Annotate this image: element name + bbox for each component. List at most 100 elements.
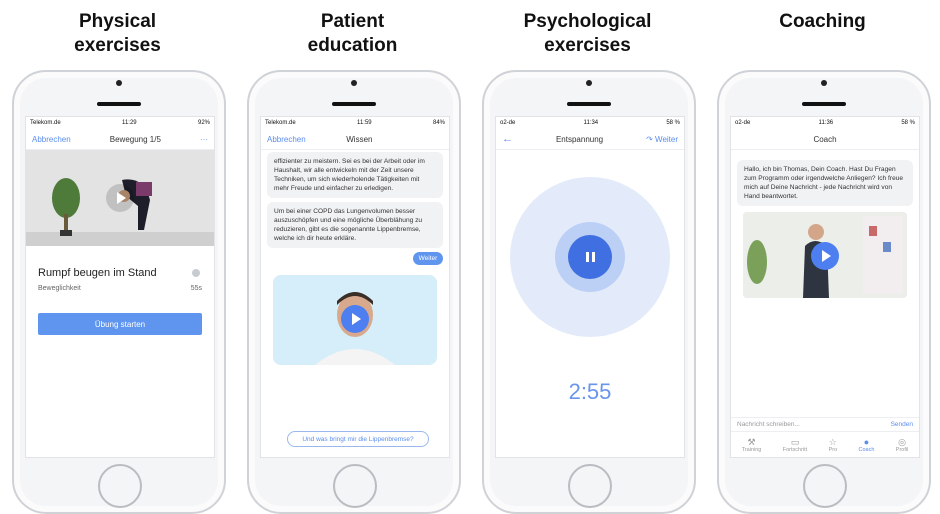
camera-icon — [586, 80, 592, 86]
next-label: Weiter — [655, 134, 678, 144]
caption: Patient education — [307, 11, 398, 56]
profile-icon: ◎ — [898, 437, 906, 447]
panel-physical-exercises: Physical exercises Telekom.de 11:29 92% … — [0, 0, 235, 514]
play-icon — [352, 313, 361, 325]
play-icon — [117, 192, 126, 204]
battery-label: 92% — [197, 120, 210, 126]
coach-message: effizienter zu meistern. Sei es bei der … — [267, 152, 443, 198]
home-button[interactable] — [333, 464, 377, 508]
tab-label: Fortschritt — [782, 447, 808, 453]
battery-label: 58 % — [901, 120, 915, 126]
speaker — [97, 102, 141, 106]
carrier-label: o2-de — [500, 120, 516, 126]
play-button[interactable] — [341, 305, 369, 333]
exercise-title: Rumpf beugen im Stand — [38, 267, 157, 279]
carrier-label: Telekom.de — [30, 120, 61, 126]
continue-button[interactable]: Weiter — [413, 252, 443, 265]
caption: Psychological exercises — [523, 11, 652, 56]
screen: o2-de 11:36 58 % Coach Hallo, ich bin Th… — [730, 116, 920, 458]
carrier-label: Telekom.de — [265, 120, 296, 126]
phone-frame: o2-de 11:34 58 % ← Entspannung ↷ Weiter … — [482, 70, 696, 514]
status-time: 11:29 — [122, 120, 137, 126]
tab-pro[interactable]: ☆ Pro — [829, 437, 838, 453]
nav-title: Entspannung — [555, 134, 604, 144]
status-time: 11:36 — [818, 120, 834, 126]
speaker — [332, 102, 376, 106]
play-button[interactable] — [106, 184, 134, 212]
tab-bar: ⚒ Training ▭ Fortschritt ☆ Pro ● Coach ◎ — [731, 431, 919, 457]
speaker — [802, 102, 846, 106]
tab-coach[interactable]: ● Coach — [859, 437, 875, 453]
nav-bar: ← Entspannung ↷ Weiter — [496, 129, 684, 150]
nav-bar: Coach — [731, 129, 919, 150]
nav-title: Coach — [813, 134, 837, 144]
start-exercise-button[interactable]: Übung starten — [38, 313, 202, 335]
speaker — [567, 102, 611, 106]
send-button[interactable]: Senden — [891, 421, 913, 428]
back-arrow-icon[interactable]: ← — [502, 133, 513, 145]
carrier-label: o2-de — [735, 120, 751, 126]
pause-button[interactable] — [568, 235, 612, 279]
status-bar: Telekom.de 11:29 92% — [26, 117, 214, 129]
exercise-duration: 55s — [190, 285, 202, 292]
camera-icon — [116, 80, 122, 86]
exercise-category: Beweglichkeit — [38, 285, 81, 292]
status-time: 11:59 — [357, 120, 372, 126]
home-button[interactable] — [568, 464, 612, 508]
coach-video[interactable] — [743, 212, 907, 298]
message-input[interactable]: Nachricht schreiben... — [737, 421, 800, 428]
phone-frame: Telekom.de 11:59 84% Abbrechen Wissen ef… — [247, 70, 461, 514]
screen: Telekom.de 11:29 92% Abbrechen Bewegung … — [25, 116, 215, 458]
screen: o2-de 11:34 58 % ← Entspannung ↷ Weiter … — [495, 116, 685, 458]
status-bar: Telekom.de 11:59 84% — [261, 117, 449, 129]
tab-label: Pro — [828, 447, 838, 453]
nav-title: Bewegung 1/5 — [109, 134, 161, 144]
dumbbell-icon: ⚒ — [747, 437, 756, 447]
quick-reply-button[interactable]: Und was bringt mir die Lippenbremse? — [287, 431, 429, 447]
nav-bar: Abbrechen Bewegung 1/5 ··· — [26, 129, 214, 150]
refresh-icon: ↷ — [646, 134, 656, 144]
message-composer: Nachricht schreiben... Senden — [731, 417, 919, 431]
tab-fortschritt[interactable]: ▭ Fortschritt — [783, 437, 807, 453]
pause-icon — [591, 252, 595, 262]
home-button[interactable] — [98, 464, 142, 508]
book-icon: ▭ — [790, 437, 800, 447]
status-time: 11:34 — [583, 120, 599, 126]
play-icon — [822, 250, 831, 262]
coach-icon: ● — [863, 437, 870, 447]
more-button[interactable]: ··· — [200, 135, 208, 144]
panel-psychological-exercises: Psychological exercises o2-de 11:34 58 %… — [470, 0, 705, 514]
cancel-button[interactable]: Abbrechen — [32, 135, 71, 144]
status-bar: o2-de 11:36 58 % — [731, 117, 919, 129]
tab-profil[interactable]: ◎ Profil — [896, 437, 909, 453]
home-button[interactable] — [803, 464, 847, 508]
tab-label: Profil — [895, 447, 909, 453]
countdown-timer: 2:55 — [568, 379, 612, 404]
phone-frame: Telekom.de 11:29 92% Abbrechen Bewegung … — [12, 70, 226, 514]
panel-patient-education: Patient education Telekom.de 11:59 84% A… — [235, 0, 470, 514]
phone-frame: o2-de 11:36 58 % Coach Hallo, ich bin Th… — [717, 70, 931, 514]
cancel-button[interactable]: Abbrechen — [267, 135, 306, 144]
star-icon: ☆ — [828, 437, 837, 447]
pause-icon — [585, 252, 589, 262]
tab-label: Coach — [858, 447, 875, 453]
tab-label: Training — [741, 447, 762, 453]
nav-bar: Abbrechen Wissen — [261, 129, 449, 150]
panel-coaching: Coaching o2-de 11:36 58 % Coach Hallo, i… — [705, 0, 940, 514]
camera-icon — [351, 80, 357, 86]
battery-label: 58 % — [666, 120, 680, 126]
caption: Coaching — [779, 11, 866, 32]
clock-icon — [192, 269, 200, 277]
battery-label: 84% — [432, 120, 445, 126]
coach-message: Um bei einer COPD das Lungenvolumen bess… — [267, 202, 443, 248]
camera-icon — [821, 80, 827, 86]
play-button[interactable] — [811, 242, 839, 270]
screen: Telekom.de 11:59 84% Abbrechen Wissen ef… — [260, 116, 450, 458]
coach-message: Hallo, ich bin Thomas, Dein Coach. Hast … — [737, 160, 913, 206]
tab-training[interactable]: ⚒ Training — [742, 437, 762, 453]
education-video[interactable] — [273, 275, 437, 365]
exercise-video[interactable] — [26, 150, 214, 246]
next-button[interactable]: ↷ Weiter — [646, 135, 678, 144]
caption: Physical exercises — [74, 11, 161, 56]
status-bar: o2-de 11:34 58 % — [496, 117, 684, 129]
